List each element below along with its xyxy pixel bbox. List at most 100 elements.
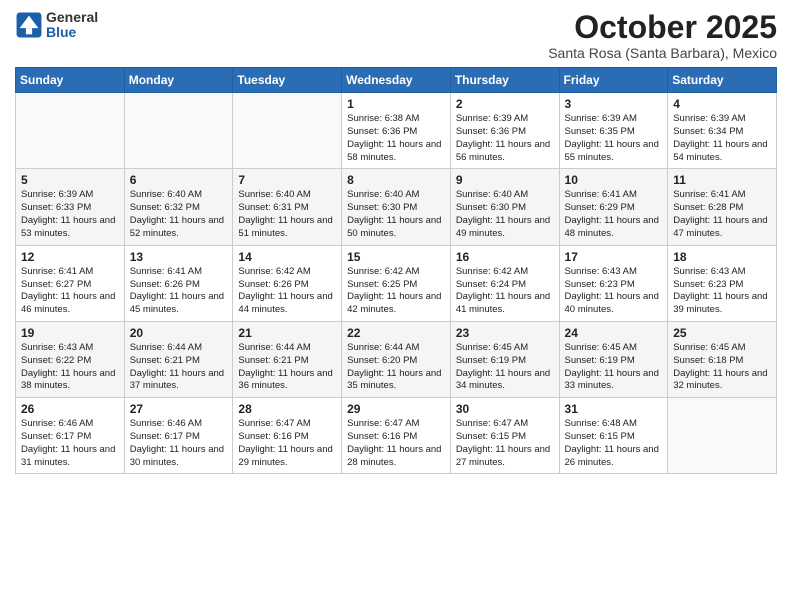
day-info: Sunrise: 6:40 AM Sunset: 6:31 PM Dayligh… [238, 189, 336, 240]
calendar-week-row-5: 26Sunrise: 6:46 AM Sunset: 6:17 PM Dayli… [16, 398, 777, 474]
calendar-cell: 21Sunrise: 6:44 AM Sunset: 6:21 PM Dayli… [233, 321, 342, 397]
calendar-cell: 29 Sunrise: 6:47 AM Sunset: 6:16 PM Dayli… [342, 398, 451, 474]
weekday-header-tuesday: Tuesday [233, 68, 342, 93]
calendar-cell: 15 Sunrise: 6:42 AM Sunset: 6:25 PM Dayli… [342, 245, 451, 321]
calendar-cell: 26Sunrise: 6:46 AM Sunset: 6:17 PM Dayli… [16, 398, 125, 474]
header: General Blue October 2025 Santa Rosa (Sa… [15, 10, 777, 61]
day-info: Sunrise: 6:47 AM Sunset: 6:16 PM Dayligh… [347, 418, 445, 469]
day-info: Sunrise: 6:44 AM Sunset: 6:20 PM Dayligh… [347, 342, 445, 393]
day-number: 15 [347, 250, 445, 264]
calendar-cell: 27 Sunrise: 6:46 AM Sunset: 6:17 PM Dayli… [124, 398, 233, 474]
day-number: 3 [565, 97, 663, 111]
calendar-cell: 16 Sunrise: 6:42 AM Sunset: 6:24 PM Dayli… [450, 245, 559, 321]
day-info: Sunrise: 6:47 AM Sunset: 6:15 PM Dayligh… [456, 418, 554, 469]
calendar-cell: 14Sunrise: 6:42 AM Sunset: 6:26 PM Dayli… [233, 245, 342, 321]
day-info: Sunrise: 6:42 AM Sunset: 6:25 PM Dayligh… [347, 266, 445, 317]
calendar-cell: 1 Sunrise: 6:38 AM Sunset: 6:36 PM Daylig… [342, 93, 451, 169]
location-title: Santa Rosa (Santa Barbara), Mexico [548, 45, 777, 61]
weekday-header-friday: Friday [559, 68, 668, 93]
day-number: 6 [130, 173, 228, 187]
calendar-cell: 6Sunrise: 6:40 AM Sunset: 6:32 PM Daylig… [124, 169, 233, 245]
day-info: Sunrise: 6:39 AM Sunset: 6:36 PM Dayligh… [456, 113, 554, 164]
day-number: 21 [238, 326, 336, 340]
day-number: 18 [673, 250, 771, 264]
logo-icon [15, 11, 43, 39]
day-number: 8 [347, 173, 445, 187]
day-number: 11 [673, 173, 771, 187]
day-number: 19 [21, 326, 119, 340]
calendar-cell: 23 Sunrise: 6:45 AM Sunset: 6:19 PM Dayli… [450, 321, 559, 397]
day-info: Sunrise: 6:43 AM Sunset: 6:22 PM Dayligh… [21, 342, 119, 393]
day-info: Sunrise: 6:41 AM Sunset: 6:27 PM Dayligh… [21, 266, 119, 317]
day-number: 31 [565, 402, 663, 416]
logo-text: General Blue [46, 10, 98, 41]
day-info: Sunrise: 6:44 AM Sunset: 6:21 PM Dayligh… [130, 342, 228, 393]
calendar-cell: 4 Sunrise: 6:39 AM Sunset: 6:34 PM Daylig… [668, 93, 777, 169]
day-number: 4 [673, 97, 771, 111]
day-info: Sunrise: 6:48 AM Sunset: 6:15 PM Dayligh… [565, 418, 663, 469]
day-number: 1 [347, 97, 445, 111]
calendar-cell: 2Sunrise: 6:39 AM Sunset: 6:36 PM Daylig… [450, 93, 559, 169]
day-info: Sunrise: 6:45 AM Sunset: 6:19 PM Dayligh… [565, 342, 663, 393]
day-info: Sunrise: 6:39 AM Sunset: 6:35 PM Dayligh… [565, 113, 663, 164]
day-info: Sunrise: 6:39 AM Sunset: 6:34 PM Dayligh… [673, 113, 771, 164]
day-info: Sunrise: 6:42 AM Sunset: 6:24 PM Dayligh… [456, 266, 554, 317]
calendar-cell: 22 Sunrise: 6:44 AM Sunset: 6:20 PM Dayli… [342, 321, 451, 397]
calendar-cell [16, 93, 125, 169]
calendar-week-row-2: 5Sunrise: 6:39 AM Sunset: 6:33 PM Daylig… [16, 169, 777, 245]
calendar-cell: 28Sunrise: 6:47 AM Sunset: 6:16 PM Dayli… [233, 398, 342, 474]
day-info: Sunrise: 6:41 AM Sunset: 6:28 PM Dayligh… [673, 189, 771, 240]
day-info: Sunrise: 6:39 AM Sunset: 6:33 PM Dayligh… [21, 189, 119, 240]
day-number: 28 [238, 402, 336, 416]
calendar-cell [124, 93, 233, 169]
calendar-cell: 10 Sunrise: 6:41 AM Sunset: 6:29 PM Dayli… [559, 169, 668, 245]
weekday-header-wednesday: Wednesday [342, 68, 451, 93]
day-number: 24 [565, 326, 663, 340]
day-number: 10 [565, 173, 663, 187]
calendar-cell: 17 Sunrise: 6:43 AM Sunset: 6:23 PM Dayli… [559, 245, 668, 321]
day-number: 13 [130, 250, 228, 264]
day-number: 7 [238, 173, 336, 187]
day-number: 25 [673, 326, 771, 340]
day-info: Sunrise: 6:43 AM Sunset: 6:23 PM Dayligh… [565, 266, 663, 317]
weekday-header-monday: Monday [124, 68, 233, 93]
day-number: 22 [347, 326, 445, 340]
calendar-week-row-3: 12 Sunrise: 6:41 AM Sunset: 6:27 PM Dayli… [16, 245, 777, 321]
weekday-header-thursday: Thursday [450, 68, 559, 93]
calendar-cell: 11 Sunrise: 6:41 AM Sunset: 6:28 PM Dayli… [668, 169, 777, 245]
day-info: Sunrise: 6:46 AM Sunset: 6:17 PM Dayligh… [130, 418, 228, 469]
calendar-cell [668, 398, 777, 474]
calendar-cell: 13 Sunrise: 6:41 AM Sunset: 6:26 PM Dayli… [124, 245, 233, 321]
day-info: Sunrise: 6:41 AM Sunset: 6:29 PM Dayligh… [565, 189, 663, 240]
day-info: Sunrise: 6:43 AM Sunset: 6:23 PM Dayligh… [673, 266, 771, 317]
calendar-cell: 7 Sunrise: 6:40 AM Sunset: 6:31 PM Daylig… [233, 169, 342, 245]
day-info: Sunrise: 6:41 AM Sunset: 6:26 PM Dayligh… [130, 266, 228, 317]
day-info: Sunrise: 6:45 AM Sunset: 6:19 PM Dayligh… [456, 342, 554, 393]
calendar-cell: 3 Sunrise: 6:39 AM Sunset: 6:35 PM Daylig… [559, 93, 668, 169]
page: General Blue October 2025 Santa Rosa (Sa… [0, 0, 792, 612]
logo-general-text: General [46, 10, 98, 25]
calendar-cell: 20 Sunrise: 6:44 AM Sunset: 6:21 PM Dayli… [124, 321, 233, 397]
day-info: Sunrise: 6:46 AM Sunset: 6:17 PM Dayligh… [21, 418, 119, 469]
calendar-cell: 9Sunrise: 6:40 AM Sunset: 6:30 PM Daylig… [450, 169, 559, 245]
day-number: 14 [238, 250, 336, 264]
day-number: 20 [130, 326, 228, 340]
logo: General Blue [15, 10, 98, 41]
day-number: 12 [21, 250, 119, 264]
day-number: 17 [565, 250, 663, 264]
weekday-header-sunday: Sunday [16, 68, 125, 93]
day-number: 23 [456, 326, 554, 340]
day-info: Sunrise: 6:45 AM Sunset: 6:18 PM Dayligh… [673, 342, 771, 393]
calendar-week-row-4: 19 Sunrise: 6:43 AM Sunset: 6:22 PM Dayli… [16, 321, 777, 397]
calendar-cell: 19 Sunrise: 6:43 AM Sunset: 6:22 PM Dayli… [16, 321, 125, 397]
day-info: Sunrise: 6:40 AM Sunset: 6:30 PM Dayligh… [347, 189, 445, 240]
calendar-cell: 25 Sunrise: 6:45 AM Sunset: 6:18 PM Dayli… [668, 321, 777, 397]
day-number: 27 [130, 402, 228, 416]
day-number: 29 [347, 402, 445, 416]
day-number: 16 [456, 250, 554, 264]
weekday-header-saturday: Saturday [668, 68, 777, 93]
month-title: October 2025 [548, 10, 777, 45]
logo-blue-text: Blue [46, 25, 98, 40]
calendar-cell: 8 Sunrise: 6:40 AM Sunset: 6:30 PM Daylig… [342, 169, 451, 245]
day-info: Sunrise: 6:38 AM Sunset: 6:36 PM Dayligh… [347, 113, 445, 164]
